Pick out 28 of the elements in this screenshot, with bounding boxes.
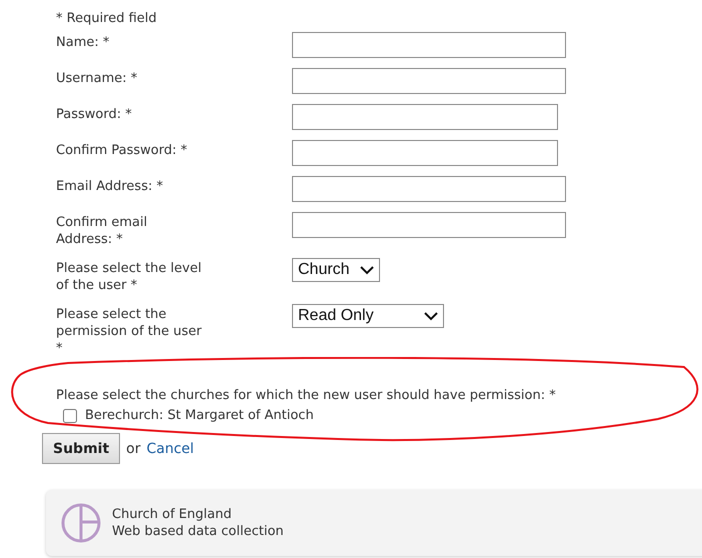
checkbox[interactable] (63, 409, 77, 423)
submit-button[interactable]: Submit (42, 433, 120, 464)
field-label: Username: * (56, 70, 138, 88)
checkbox-label: Berechurch: St Margaret of Antioch (85, 407, 314, 425)
input-field[interactable] (292, 212, 566, 238)
field-label: Please select the level of the user * (56, 260, 202, 295)
field-label: Email Address: * (56, 178, 164, 196)
select-field[interactable]: Church (292, 258, 380, 282)
footer-text: Church of England (112, 506, 233, 523)
churches-label: Please select the churches for which the new user should have permission: * (56, 387, 557, 405)
chevron-icon (360, 266, 374, 274)
cross-circle-logo-icon (60, 502, 102, 544)
input-field[interactable] (292, 68, 566, 94)
field-label: Confirm Password: * (56, 142, 188, 160)
select-field[interactable]: Read Only (292, 304, 444, 328)
input-field[interactable] (292, 176, 566, 202)
field-label: Confirm email Address: * (56, 214, 148, 249)
chevron-icon (424, 312, 438, 320)
cancel-link[interactable]: Cancel (146, 440, 194, 456)
field-label: Please select the permission of the user * (56, 306, 203, 357)
or-text: or (126, 440, 140, 456)
input-field[interactable] (292, 140, 558, 166)
input-field[interactable] (292, 104, 558, 130)
input-field[interactable] (292, 32, 566, 58)
field-label: Name: * (56, 34, 110, 52)
required-note: * Required field (56, 10, 158, 28)
footer-text: Web based data collection (112, 523, 284, 540)
field-label: Password: * (56, 106, 133, 124)
